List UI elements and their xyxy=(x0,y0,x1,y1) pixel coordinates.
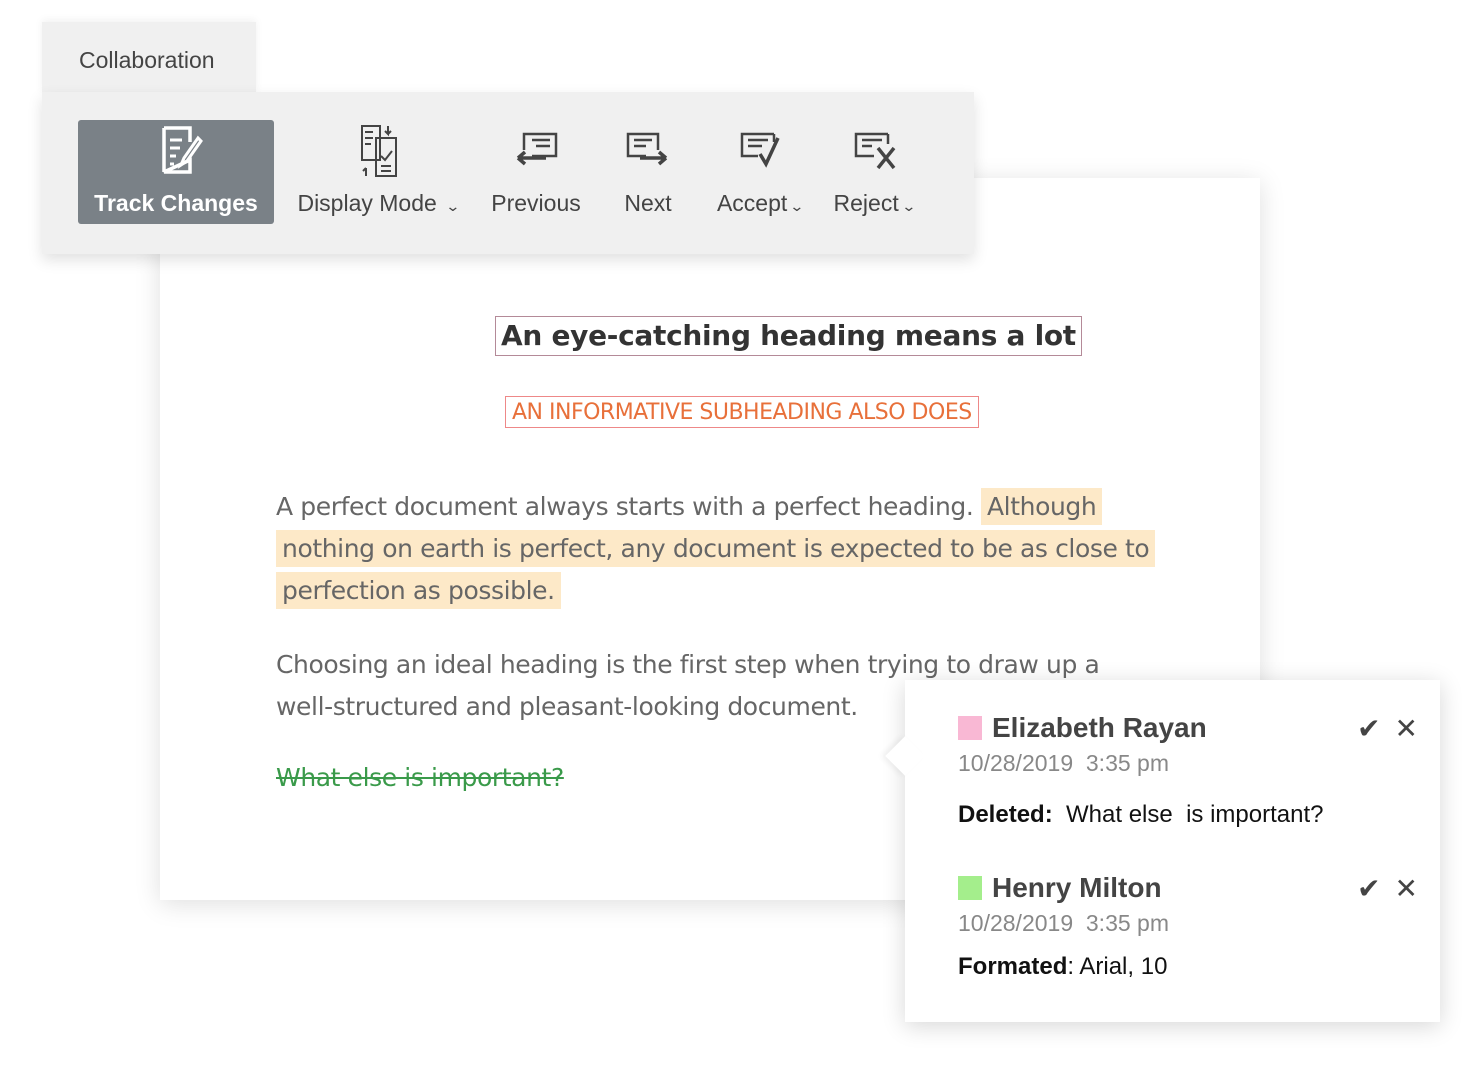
deleted-text[interactable]: What else is important? xyxy=(276,763,564,792)
tab-collaboration[interactable]: Collaboration xyxy=(42,22,256,94)
chevron-down-icon: ⌄ xyxy=(445,198,461,214)
change-item[interactable]: Henry Milton ✔ ✕ 10/28/2019 3:35 pm Forma… xyxy=(958,872,1418,981)
accept-icon xyxy=(740,132,780,168)
document-heading[interactable]: An eye-catching heading means a lot xyxy=(495,316,1082,356)
change-date: 10/28/2019 3:35 pm xyxy=(958,910,1169,936)
author-color-swatch xyxy=(958,716,982,740)
ribbon-toolbar: Track Changes Display Mode ⌄ Previous Nex… xyxy=(42,92,974,254)
accept-button[interactable]: Accept ⌄ xyxy=(708,120,812,224)
track-changes-button[interactable]: Track Changes xyxy=(78,120,274,224)
author-name: Henry Milton xyxy=(992,872,1162,903)
change-detail: What else is important? xyxy=(1052,801,1324,828)
document-subheading[interactable]: AN INFORMATIVE SUBHEADING ALSO DOES xyxy=(505,396,979,428)
previous-change-icon xyxy=(516,132,558,166)
changes-panel: Elizabeth Rayan ✔ ✕ 10/28/2019 3:35 pm De… xyxy=(885,680,1440,1022)
reject-icon xyxy=(854,132,896,170)
reject-change-icon[interactable]: ✕ xyxy=(1395,713,1418,744)
next-button[interactable]: Next xyxy=(608,120,688,224)
change-date: 10/28/2019 3:35 pm xyxy=(958,750,1169,776)
track-changes-icon xyxy=(162,126,203,174)
change-type: Formated xyxy=(958,953,1068,980)
change-detail: : Arial, 10 xyxy=(1067,953,1168,980)
author-color-swatch xyxy=(958,876,982,900)
reject-change-icon[interactable]: ✕ xyxy=(1395,873,1418,904)
display-mode-icon xyxy=(361,125,397,177)
accept-change-icon[interactable]: ✔ xyxy=(1357,713,1380,744)
change-item[interactable]: Elizabeth Rayan ✔ ✕ 10/28/2019 3:35 pm De… xyxy=(958,712,1418,829)
next-change-icon xyxy=(626,132,668,166)
display-mode-button[interactable]: Display Mode ⌄ xyxy=(288,120,468,224)
previous-button[interactable]: Previous xyxy=(486,120,586,224)
accept-change-icon[interactable]: ✔ xyxy=(1357,873,1380,904)
chevron-down-icon: ⌄ xyxy=(789,198,805,214)
chevron-down-icon: ⌄ xyxy=(900,198,917,214)
change-type: Deleted: xyxy=(958,801,1053,828)
paragraph-1[interactable]: A perfect document always starts with a … xyxy=(276,486,1156,612)
tab-label: Collaboration xyxy=(79,47,215,73)
reject-button[interactable]: Reject ⌄ xyxy=(824,120,924,224)
author-name: Elizabeth Rayan xyxy=(992,712,1207,743)
